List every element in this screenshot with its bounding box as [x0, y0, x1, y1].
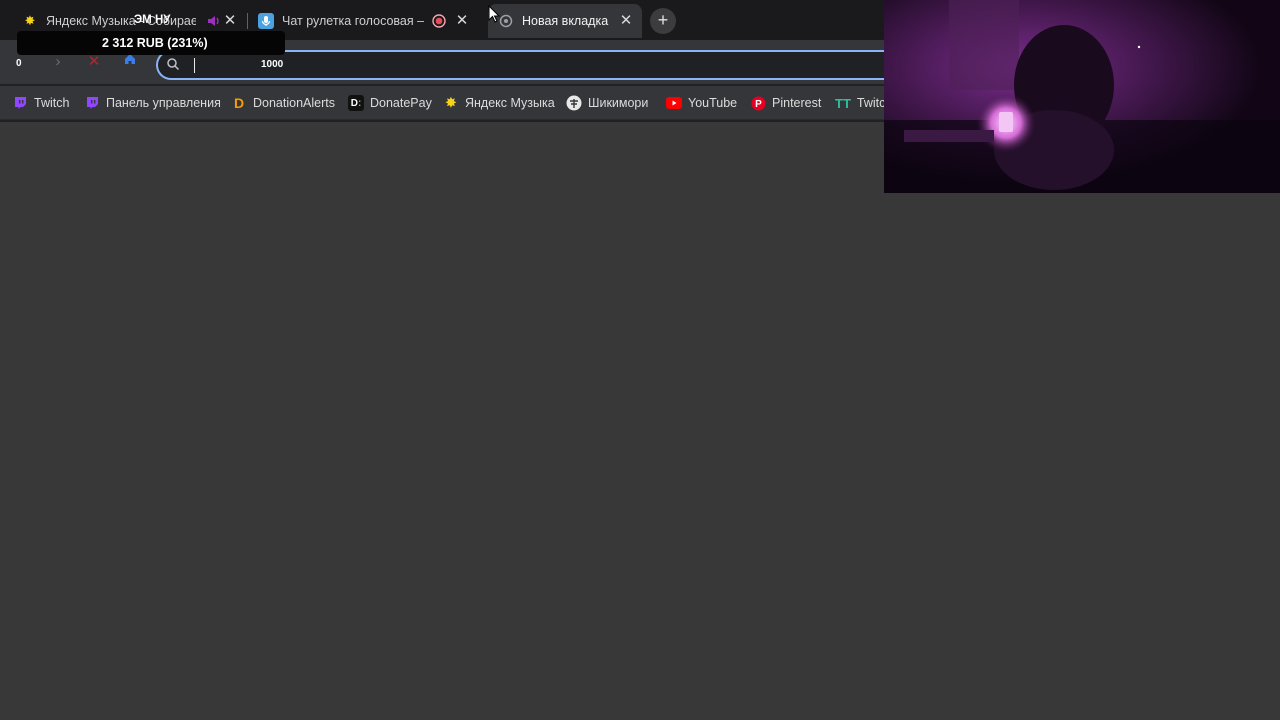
bookmarks-bar: Twitch Панель управления D DonationAlert…	[0, 86, 884, 120]
bookmark-label: Pinterest	[772, 96, 822, 110]
recording-icon[interactable]	[432, 14, 446, 28]
youtube-icon	[666, 95, 682, 111]
bookmark-twitch-tracker[interactable]: TT Twitch	[835, 92, 884, 114]
browser-window: ✸ Яндекс Музыка - Собираем ✕ Чат рулетка…	[0, 0, 896, 122]
twitch-dashboard-icon	[84, 95, 100, 111]
shikimori-icon	[566, 95, 582, 111]
search-icon	[166, 57, 182, 73]
yandex-music-icon: ✸	[24, 13, 36, 28]
twitch-tracker-icon: TT	[835, 95, 851, 111]
bookmark-label: Twitch	[34, 96, 70, 110]
pinterest-icon: P	[750, 95, 766, 111]
stop-loading-button[interactable]: ✕	[84, 52, 104, 72]
bookmark-label: Twitch	[856, 96, 884, 110]
bookmark-label: Панель управления	[106, 96, 221, 110]
bookmark-pinterest[interactable]: P Pinterest	[750, 92, 821, 114]
bookmark-yandex-music[interactable]: ✸ Яндекс Музыка	[443, 92, 555, 114]
close-tab-icon[interactable]: ✕	[454, 13, 470, 29]
bookmark-twitch[interactable]: Twitch	[12, 92, 69, 114]
yandex-music-icon: ✸	[445, 95, 457, 110]
bookmark-label: DonatePay	[370, 96, 432, 110]
tab-title: Яндекс Музыка - Собираем	[46, 14, 196, 28]
bookmark-youtube[interactable]: YouTube	[666, 92, 737, 114]
tab-new-tab[interactable]: Новая вкладка ✕	[488, 4, 642, 38]
donatepay-icon: D:	[348, 95, 364, 111]
bookmark-shikimori[interactable]: Шикимори	[566, 92, 648, 114]
webcam-feed-image	[884, 0, 1280, 193]
audio-playing-icon[interactable]	[206, 14, 220, 28]
home-button[interactable]	[120, 52, 140, 72]
tab-title: Новая вкладка	[522, 14, 609, 28]
bookmark-donatepay[interactable]: D: DonatePay	[348, 92, 432, 114]
back-button[interactable]: 0	[10, 52, 30, 72]
svg-text:P: P	[755, 99, 762, 110]
donationalerts-icon: D	[233, 95, 245, 111]
bookmark-label: DonationAlerts	[253, 96, 335, 110]
bookmark-label: Яндекс Музыка	[465, 96, 555, 110]
donation-goal-amount-text: 2 312 RUB (231%)	[102, 36, 208, 50]
new-tab-button[interactable]: +	[650, 8, 676, 34]
tab-separator	[247, 13, 248, 29]
bookmark-twitch-dashboard[interactable]: Панель управления	[84, 92, 221, 114]
donation-goal-label: ЭМ НУ	[134, 14, 171, 26]
text-cursor	[194, 58, 195, 73]
mouse-cursor-icon	[488, 4, 501, 23]
microphone-icon	[258, 13, 274, 29]
close-tab-icon[interactable]: ✕	[618, 13, 634, 29]
goal-end-value: 1000	[261, 59, 284, 70]
twitch-icon	[12, 95, 28, 111]
bookmark-label: YouTube	[688, 96, 738, 110]
donation-goal-amount: 2 312 RUB (231%)	[17, 31, 285, 55]
bookmark-label: Шикимори	[588, 96, 649, 110]
goal-start-value: 0	[16, 58, 22, 69]
forward-button[interactable]: ›	[48, 52, 68, 72]
tab-title: Чат рулетка голосовая —	[282, 14, 424, 28]
bookmark-donationalerts[interactable]: D DonationAlerts	[231, 92, 335, 114]
new-tab-icon	[498, 13, 514, 29]
close-tab-icon[interactable]: ✕	[222, 13, 238, 29]
webcam-overlay	[884, 0, 1280, 193]
